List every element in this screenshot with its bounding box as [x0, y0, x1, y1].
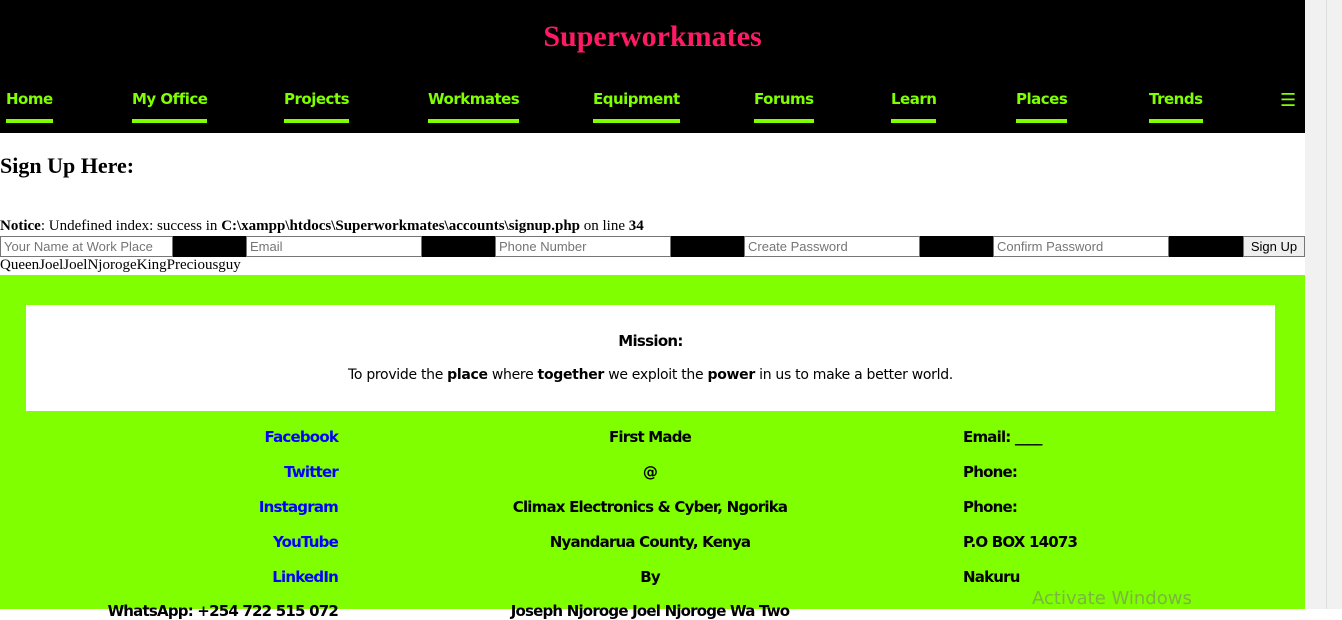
author-names: Joseph Njoroge Joel Njoroge Wa Two	[510, 602, 790, 620]
names-list: QueenJoelJoelNjorogeKingPreciousguy	[0, 257, 241, 273]
facebook-link[interactable]: Facebook	[265, 428, 339, 446]
hamburger-menu-icon[interactable]: ☰	[1280, 90, 1296, 111]
linkedin-link[interactable]: LinkedIn	[272, 568, 339, 586]
contact-town: Nakuru	[963, 568, 1020, 586]
nav-home[interactable]: Home	[6, 90, 53, 123]
page: Superworkmates Home My Office Projects W…	[0, 0, 1305, 620]
mission-bold-place: place	[447, 367, 488, 383]
signup-button[interactable]: Sign Up	[1243, 236, 1305, 257]
nav-forums[interactable]: Forums	[754, 90, 814, 123]
mission-text-part: where	[487, 367, 538, 383]
signup-form: Sign Up	[0, 236, 1305, 257]
notice-path: C:\xampp\htdocs\Superworkmates\accounts\…	[221, 218, 581, 234]
notice-label: Notice	[0, 218, 41, 234]
mission-text-part: we exploit the	[604, 367, 708, 383]
mission-title: Mission:	[618, 332, 683, 350]
activate-windows-watermark: Activate Windows	[1032, 588, 1192, 609]
instagram-link[interactable]: Instagram	[259, 498, 339, 516]
form-spacer	[920, 236, 993, 257]
mission-text-part: To provide the	[348, 367, 448, 383]
create-password-input[interactable]	[744, 236, 920, 257]
nav-places[interactable]: Places	[1016, 90, 1068, 123]
contact-email: Email: ____	[963, 428, 1043, 446]
form-spacer	[1169, 236, 1243, 257]
first-made-label: First Made	[608, 428, 692, 446]
notice-text-line: on line	[580, 218, 629, 234]
twitter-link[interactable]: Twitter	[284, 463, 339, 481]
nav-projects[interactable]: Projects	[284, 90, 350, 123]
site-title: Superworkmates	[543, 20, 762, 53]
confirm-password-input[interactable]	[993, 236, 1169, 257]
name-input[interactable]	[0, 236, 173, 257]
contact-phone: Phone:	[963, 463, 1018, 481]
nav-my-office[interactable]: My Office	[132, 90, 208, 123]
notice-line-number: 34	[628, 218, 644, 234]
nav-workmates[interactable]: Workmates	[428, 90, 520, 123]
form-spacer	[671, 236, 744, 257]
php-notice: Notice: Undefined index: success in C:\x…	[0, 218, 644, 235]
mission-bold-together: together	[537, 367, 605, 383]
whatsapp-link[interactable]: WhatsApp: +254 722 515 072	[108, 602, 339, 620]
scrollbar-divider	[1326, 0, 1327, 609]
mission-bold-power: power	[707, 367, 755, 383]
at-label: @	[642, 463, 658, 481]
contact-pobox: P.O BOX 14073	[963, 533, 1078, 551]
notice-text: : Undefined index: success in	[40, 218, 222, 234]
origin-county: Nyandarua County, Kenya	[549, 533, 751, 551]
site-footer: Mission: To provide the place where toge…	[0, 275, 1305, 620]
mission-text: To provide the place where together we e…	[26, 367, 1275, 383]
mission-box: Mission: To provide the place where toge…	[26, 305, 1275, 411]
nav-learn[interactable]: Learn	[891, 90, 937, 123]
site-header: Superworkmates Home My Office Projects W…	[0, 0, 1305, 133]
email-input[interactable]	[246, 236, 422, 257]
form-spacer	[422, 236, 495, 257]
scrollbar[interactable]	[1305, 0, 1342, 609]
by-label: By	[640, 568, 660, 586]
nav-trends[interactable]: Trends	[1149, 90, 1203, 123]
contact-phone: Phone:	[963, 498, 1018, 516]
page-title: Sign Up Here:	[0, 153, 135, 178]
origin-place: Climax Electronics & Cyber, Ngorika	[512, 498, 788, 516]
mission-text-part: in us to make a better world.	[754, 367, 953, 383]
phone-input[interactable]	[495, 236, 671, 257]
youtube-link[interactable]: YouTube	[273, 533, 339, 551]
form-spacer	[173, 236, 246, 257]
nav-equipment[interactable]: Equipment	[593, 90, 680, 123]
